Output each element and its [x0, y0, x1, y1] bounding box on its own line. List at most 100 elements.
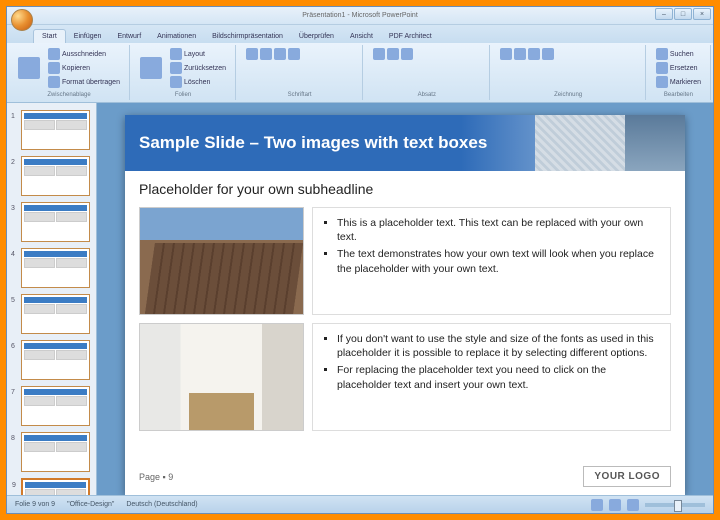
- titlebar: Präsentation1 - Microsoft PowerPoint – □…: [7, 7, 713, 25]
- workspace: Sample Slide – Two images with text boxe…: [7, 103, 713, 495]
- format-painter-button[interactable]: Format übertragen: [45, 75, 123, 89]
- slide-thumbnail[interactable]: [21, 156, 90, 196]
- tab-view[interactable]: Ansicht: [342, 30, 381, 43]
- image-placeholder-1[interactable]: [139, 207, 304, 315]
- shape-icon: [528, 48, 540, 60]
- tab-insert[interactable]: Einfügen: [66, 30, 110, 43]
- find-button[interactable]: Suchen: [653, 47, 704, 61]
- group-label: Zeichnung: [497, 92, 638, 98]
- normal-view-icon[interactable]: [591, 499, 603, 511]
- close-button[interactable]: ×: [693, 8, 711, 20]
- numbering-icon: [387, 48, 399, 60]
- font-icon: [246, 48, 258, 60]
- ribbon: Ausschneiden Kopieren Format übertragen …: [7, 43, 713, 103]
- copy-icon: [48, 62, 60, 74]
- slide-thumbnail[interactable]: [21, 386, 90, 426]
- tab-pdf[interactable]: PDF Architect: [381, 30, 440, 43]
- new-slide-icon: [140, 57, 162, 79]
- search-icon: [656, 48, 668, 60]
- header-image: [535, 115, 685, 171]
- brush-icon: [48, 76, 60, 88]
- slide-thumbnail-panel: [7, 103, 97, 495]
- slide-header[interactable]: Sample Slide – Two images with text boxe…: [125, 115, 685, 171]
- new-slide-button[interactable]: [137, 56, 165, 80]
- cut-button[interactable]: Ausschneiden: [45, 47, 123, 61]
- reset-button[interactable]: Zurücksetzen: [167, 61, 229, 75]
- paste-button[interactable]: [15, 56, 43, 80]
- slideshow-view-icon[interactable]: [627, 499, 639, 511]
- tab-review[interactable]: Überprüfen: [291, 30, 342, 43]
- sorter-view-icon[interactable]: [609, 499, 621, 511]
- office-button[interactable]: [11, 9, 33, 31]
- status-language: Deutsch (Deutschland): [126, 501, 197, 508]
- maximize-button[interactable]: □: [674, 8, 692, 20]
- page-number: Page ▪ 9: [139, 472, 173, 482]
- subheadline[interactable]: Placeholder for your own subheadline: [125, 171, 685, 203]
- tab-slideshow[interactable]: Bildschirmpräsentation: [204, 30, 291, 43]
- app-window: Präsentation1 - Microsoft PowerPoint – □…: [6, 6, 714, 514]
- ribbon-group-editing: Suchen Ersetzen Markieren Bearbeiten: [647, 45, 711, 100]
- shapes-gallery[interactable]: [497, 47, 557, 61]
- select-button[interactable]: Markieren: [653, 75, 704, 89]
- status-theme: "Office-Design": [67, 501, 114, 508]
- scissors-icon: [48, 48, 60, 60]
- logo-placeholder[interactable]: YOUR LOGO: [583, 466, 671, 487]
- reset-icon: [170, 62, 182, 74]
- layout-button[interactable]: Layout: [167, 47, 229, 61]
- image-placeholder-2[interactable]: [139, 323, 304, 431]
- ribbon-group-clipboard: Ausschneiden Kopieren Format übertragen …: [9, 45, 130, 100]
- replace-icon: [656, 62, 668, 74]
- delete-button[interactable]: Löschen: [167, 75, 229, 89]
- bullets-icon: [373, 48, 385, 60]
- group-label: Absatz: [370, 92, 483, 98]
- ribbon-tabs: Start Einfügen Entwurf Animationen Bilds…: [7, 25, 713, 43]
- slide-thumbnail[interactable]: [21, 110, 90, 150]
- slide-canvas[interactable]: Sample Slide – Two images with text boxe…: [97, 103, 713, 495]
- bullet-text: For replacing the placeholder text you n…: [337, 363, 660, 391]
- slide-thumbnail[interactable]: [21, 248, 90, 288]
- bold-icon: [260, 48, 272, 60]
- ribbon-group-paragraph: Absatz: [364, 45, 490, 100]
- shape-icon: [500, 48, 512, 60]
- tab-design[interactable]: Entwurf: [109, 30, 149, 43]
- delete-icon: [170, 76, 182, 88]
- group-label: Bearbeiten: [653, 92, 704, 98]
- paragraph-controls[interactable]: [370, 47, 416, 61]
- bullet-text: The text demonstrates how your own text …: [337, 247, 660, 275]
- window-title: Präsentation1 - Microsoft PowerPoint: [302, 12, 418, 19]
- paste-icon: [18, 57, 40, 79]
- slide-thumbnail[interactable]: [21, 478, 90, 495]
- group-label: Schriftart: [243, 92, 356, 98]
- layout-icon: [170, 48, 182, 60]
- slide-thumbnail[interactable]: [21, 294, 90, 334]
- shape-icon: [514, 48, 526, 60]
- slide-title: Sample Slide – Two images with text boxe…: [139, 133, 487, 153]
- shape-icon: [542, 48, 554, 60]
- font-controls[interactable]: [243, 47, 303, 61]
- slide[interactable]: Sample Slide – Two images with text boxe…: [125, 115, 685, 495]
- group-label: Zwischenablage: [15, 92, 123, 98]
- text-box-1[interactable]: This is a placeholder text. This text ca…: [312, 207, 671, 315]
- tab-start[interactable]: Start: [33, 29, 66, 43]
- select-icon: [656, 76, 668, 88]
- zoom-slider[interactable]: [645, 503, 705, 507]
- slide-thumbnail[interactable]: [21, 432, 90, 472]
- tab-animations[interactable]: Animationen: [149, 30, 204, 43]
- group-label: Folien: [137, 92, 229, 98]
- bullet-text: If you don't want to use the style and s…: [337, 332, 660, 360]
- copy-button[interactable]: Kopieren: [45, 61, 123, 75]
- slide-thumbnail[interactable]: [21, 340, 90, 380]
- slide-footer: Page ▪ 9 YOUR LOGO: [139, 466, 671, 487]
- content-row-2: If you don't want to use the style and s…: [125, 319, 685, 435]
- statusbar: Folie 9 von 9 "Office-Design" Deutsch (D…: [7, 495, 713, 513]
- align-icon: [401, 48, 413, 60]
- ribbon-group-drawing: Zeichnung: [491, 45, 645, 100]
- text-box-2[interactable]: If you don't want to use the style and s…: [312, 323, 671, 431]
- italic-icon: [274, 48, 286, 60]
- ribbon-group-slides: Layout Zurücksetzen Löschen Folien: [131, 45, 236, 100]
- minimize-button[interactable]: –: [655, 8, 673, 20]
- content-row-1: This is a placeholder text. This text ca…: [125, 203, 685, 319]
- slide-thumbnail[interactable]: [21, 202, 90, 242]
- bullet-text: This is a placeholder text. This text ca…: [337, 216, 660, 244]
- replace-button[interactable]: Ersetzen: [653, 61, 704, 75]
